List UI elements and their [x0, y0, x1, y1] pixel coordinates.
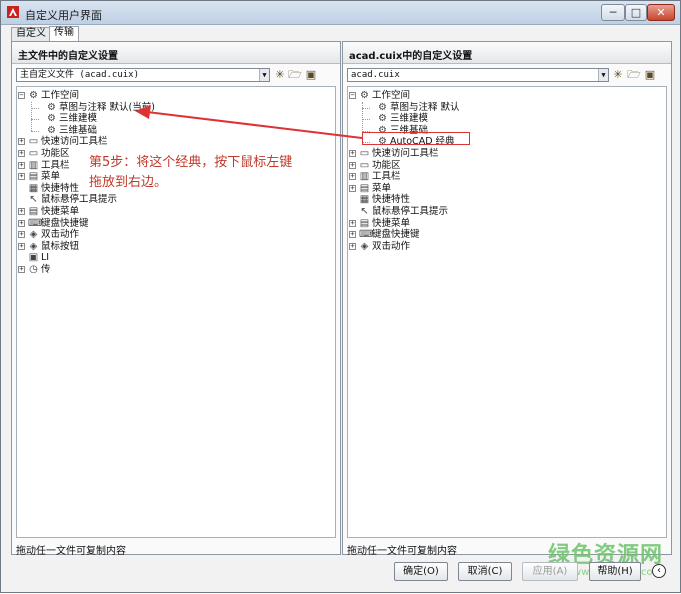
help-button[interactable]: 帮助(H): [589, 562, 641, 581]
annotation-line-1: 第5步：将这个经典，按下鼠标左键: [89, 155, 293, 170]
collapse-arrow-button[interactable]: ‹: [652, 564, 666, 578]
cancel-button[interactable]: 取消(C): [458, 562, 512, 581]
ok-button[interactable]: 确定(O): [394, 562, 448, 581]
apply-button[interactable]: 应用(A): [522, 562, 578, 581]
step-annotation: 第5步：将这个经典，按下鼠标左键 拖放到右边。: [89, 153, 349, 193]
back-arrow-icon: ‹: [657, 565, 661, 576]
customize-ui-window: 自定义用户界面 ─ □ ✕ 自定义 传输 主文件中的自定义设置 主自定义文件 (…: [0, 0, 681, 593]
annotation-line-2: 拖放到右边。: [89, 175, 168, 190]
drag-arrow: [135, 105, 363, 139]
